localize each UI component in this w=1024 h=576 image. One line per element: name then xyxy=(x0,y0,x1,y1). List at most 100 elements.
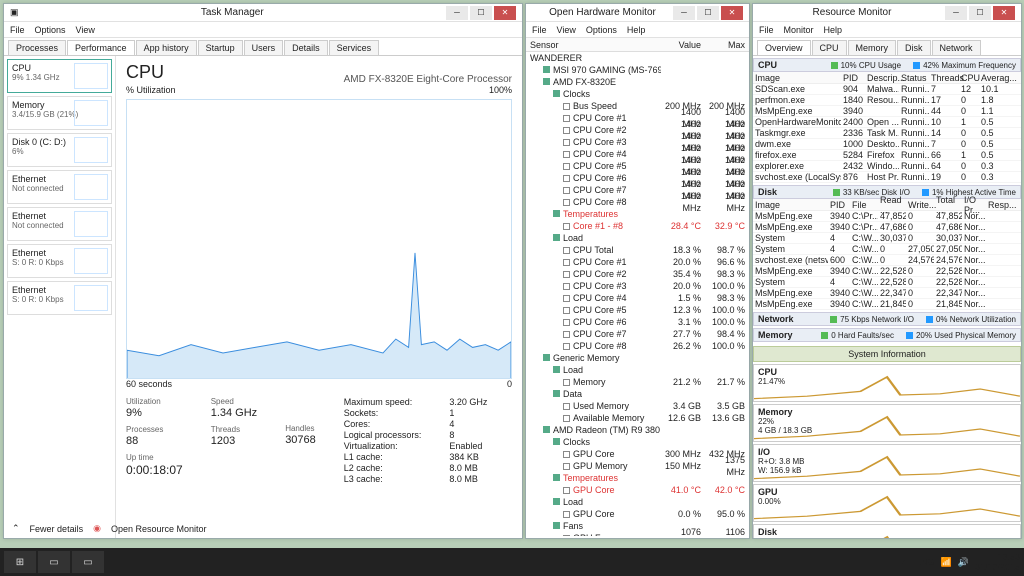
menu-help[interactable]: Help xyxy=(627,25,646,35)
ohm-tree[interactable]: WANDERERMSI 970 GAMING (MS-7693)AMD FX-8… xyxy=(526,52,749,536)
sidebar-card-ethernet[interactable]: EthernetS: 0 R: 0 Kbps xyxy=(7,281,112,315)
sensor-row[interactable]: AMD Radeon (TM) R9 380 Series xyxy=(526,424,749,436)
table-row[interactable]: System4C:\W...30,037030,037Nor... xyxy=(753,233,1021,244)
sensor-row[interactable]: Load xyxy=(526,496,749,508)
sensor-row[interactable]: Load xyxy=(526,232,749,244)
taskbar-app[interactable]: ▭ xyxy=(38,551,70,573)
ohm-titlebar[interactable]: Open Hardware Monitor ─ ☐ ✕ xyxy=(526,4,749,22)
col-max[interactable]: Max xyxy=(705,40,749,50)
tab-disk[interactable]: Disk xyxy=(897,40,931,55)
sensor-row[interactable]: Clocks xyxy=(526,88,749,100)
tray-date[interactable]: 31/10/2015 xyxy=(975,562,1020,572)
tab-processes[interactable]: Processes xyxy=(8,40,66,55)
tab-startup[interactable]: Startup xyxy=(198,40,243,55)
sensor-row[interactable]: Clocks xyxy=(526,436,749,448)
sidebar-card-ethernet[interactable]: EthernetS: 0 R: 0 Kbps xyxy=(7,244,112,278)
col-value[interactable]: Value xyxy=(661,40,705,50)
tab-performance[interactable]: Performance xyxy=(67,40,135,55)
col-sensor[interactable]: Sensor xyxy=(526,40,661,50)
sensor-row[interactable]: CPU Core #727.7 %98.4 % xyxy=(526,328,749,340)
tray-network-icon[interactable]: 📶 xyxy=(941,557,952,568)
minimize-button[interactable]: ─ xyxy=(673,6,695,20)
tab-overview[interactable]: Overview xyxy=(757,40,811,55)
sidebar-card-ethernet[interactable]: EthernetNot connected xyxy=(7,207,112,241)
open-resmon-link[interactable]: Open Resource Monitor xyxy=(111,524,207,534)
table-row[interactable]: SDScan.exe904Malwa...Runni...71210.1 xyxy=(753,84,1021,95)
maximize-button[interactable]: ☐ xyxy=(969,6,991,20)
section-header[interactable]: Network75 Kbps Network I/O0% Network Uti… xyxy=(753,312,1021,326)
sensor-row[interactable]: Core #1 - #828.4 °C32.9 °C xyxy=(526,220,749,232)
tm-titlebar[interactable]: ▣ Task Manager ─ ☐ ✕ xyxy=(4,4,522,22)
sensor-row[interactable]: Memory21.2 %21.7 % xyxy=(526,376,749,388)
menu-file[interactable]: File xyxy=(532,25,547,35)
taskbar[interactable]: ⊞ ▭ ▭ ▲ ENG 📶 🔊 13:53 31/10/2015 xyxy=(0,548,1024,576)
table-row[interactable]: MsMpEng.exe3940C:\W...21,845021,845Nor..… xyxy=(753,299,1021,310)
taskbar-app[interactable]: ▭ xyxy=(72,551,104,573)
sidebar-card-memory[interactable]: Memory3.4/15.9 GB (21%) xyxy=(7,96,112,130)
system-tray[interactable]: ▲ ENG 📶 🔊 13:53 31/10/2015 xyxy=(900,552,1020,572)
sidebar-card-disk-0-c-d-[interactable]: Disk 0 (C: D:)6% xyxy=(7,133,112,167)
table-row[interactable]: firefox.exe5284FirefoxRunni...6610.5 xyxy=(753,150,1021,161)
tab-network[interactable]: Network xyxy=(932,40,981,55)
table-row[interactable]: MsMpEng.exe3940Runni...4401.1 xyxy=(753,106,1021,117)
menu-view[interactable]: View xyxy=(76,25,95,35)
rm-titlebar[interactable]: Resource Monitor ─ ☐ ✕ xyxy=(753,4,1021,22)
close-button[interactable]: ✕ xyxy=(494,6,516,20)
sensor-row[interactable]: CPU Core #63.1 %100.0 % xyxy=(526,316,749,328)
sensor-row[interactable]: GPU Memory150 MHz1375 MHz xyxy=(526,460,749,472)
sensor-row[interactable]: Available Memory12.6 GB13.6 GB xyxy=(526,412,749,424)
sensor-row[interactable]: Load xyxy=(526,364,749,376)
tab-users[interactable]: Users xyxy=(244,40,284,55)
table-row[interactable]: explorer.exe2432Windo...Runni...6400.3 xyxy=(753,161,1021,172)
sensor-row[interactable]: CPU Core #41.5 %98.3 % xyxy=(526,292,749,304)
sensor-row[interactable]: CPU Core #512.3 %100.0 % xyxy=(526,304,749,316)
table-row[interactable]: MsMpEng.exe3940C:\Pr...47,852047,852Nor.… xyxy=(753,211,1021,222)
menu-file[interactable]: File xyxy=(759,25,774,35)
sensor-row[interactable]: CPU Core #320.0 %100.0 % xyxy=(526,280,749,292)
sensor-row[interactable]: Used Memory3.4 GB3.5 GB xyxy=(526,400,749,412)
tray-lang[interactable]: ENG xyxy=(915,557,935,567)
minimize-button[interactable]: ─ xyxy=(446,6,468,20)
sensor-row[interactable]: CPU Core #120.0 %96.6 % xyxy=(526,256,749,268)
tab-cpu[interactable]: CPU xyxy=(812,40,847,55)
menu-options[interactable]: Options xyxy=(586,25,617,35)
sensor-row[interactable]: GPU Core0.0 %95.0 % xyxy=(526,508,749,520)
sensor-row[interactable]: GPU Core41.0 °C42.0 °C xyxy=(526,484,749,496)
chevron-up-icon[interactable]: ⌃ xyxy=(12,523,20,534)
tab-memory[interactable]: Memory xyxy=(848,40,897,55)
minimize-button[interactable]: ─ xyxy=(945,6,967,20)
sensor-row[interactable]: Data xyxy=(526,388,749,400)
sensor-row[interactable]: WANDERER xyxy=(526,52,749,64)
menu-help[interactable]: Help xyxy=(824,25,843,35)
table-row[interactable]: MsMpEng.exe3940C:\W...22,528022,528Nor..… xyxy=(753,266,1021,277)
table-row[interactable]: System4C:\W...22,528022,528Nor... xyxy=(753,277,1021,288)
menu-file[interactable]: File xyxy=(10,25,25,35)
tray-time[interactable]: 13:53 xyxy=(975,552,1020,562)
maximize-button[interactable]: ☐ xyxy=(470,6,492,20)
sensor-row[interactable]: CPU Core #235.4 %98.3 % xyxy=(526,268,749,280)
menu-view[interactable]: View xyxy=(557,25,576,35)
table-row[interactable]: OpenHardwareMonitor.exe2400Open ...Runni… xyxy=(753,117,1021,128)
tray-icon[interactable]: ▲ xyxy=(900,557,909,567)
sidebar-card-cpu[interactable]: CPU9% 1.34 GHz xyxy=(7,59,112,93)
menu-monitor[interactable]: Monitor xyxy=(784,25,814,35)
tab-details[interactable]: Details xyxy=(284,40,328,55)
tab-app-history[interactable]: App history xyxy=(136,40,197,55)
menu-options[interactable]: Options xyxy=(35,25,66,35)
table-row[interactable]: svchost.exe (LocalSystemNet...876Host Pr… xyxy=(753,172,1021,183)
table-row[interactable]: perfmon.exe1840Resou...Runni...1701.8 xyxy=(753,95,1021,106)
table-row[interactable]: MsMpEng.exe3940C:\Pr...47,686047,686Nor.… xyxy=(753,222,1021,233)
table-row[interactable]: System4C:\W...027,05027,050Nor... xyxy=(753,244,1021,255)
maximize-button[interactable]: ☐ xyxy=(697,6,719,20)
table-row[interactable]: svchost.exe (netsvcs)600C:\W...024,57624… xyxy=(753,255,1021,266)
sensor-row[interactable]: Generic Memory xyxy=(526,352,749,364)
sensor-row[interactable]: CPU Core #81400 MHz1400 MHz xyxy=(526,196,749,208)
table-row[interactable]: dwm.exe1000Deskto...Runni...700.5 xyxy=(753,139,1021,150)
sensor-row[interactable]: CPU Total18.3 %98.7 % xyxy=(526,244,749,256)
tab-services[interactable]: Services xyxy=(329,40,380,55)
fewer-details-link[interactable]: Fewer details xyxy=(30,524,84,534)
sensor-row[interactable]: CPU Core #826.2 %100.0 % xyxy=(526,340,749,352)
close-button[interactable]: ✕ xyxy=(993,6,1015,20)
section-header[interactable]: Memory0 Hard Faults/sec20% Used Physical… xyxy=(753,328,1021,342)
tray-volume-icon[interactable]: 🔊 xyxy=(958,557,969,568)
